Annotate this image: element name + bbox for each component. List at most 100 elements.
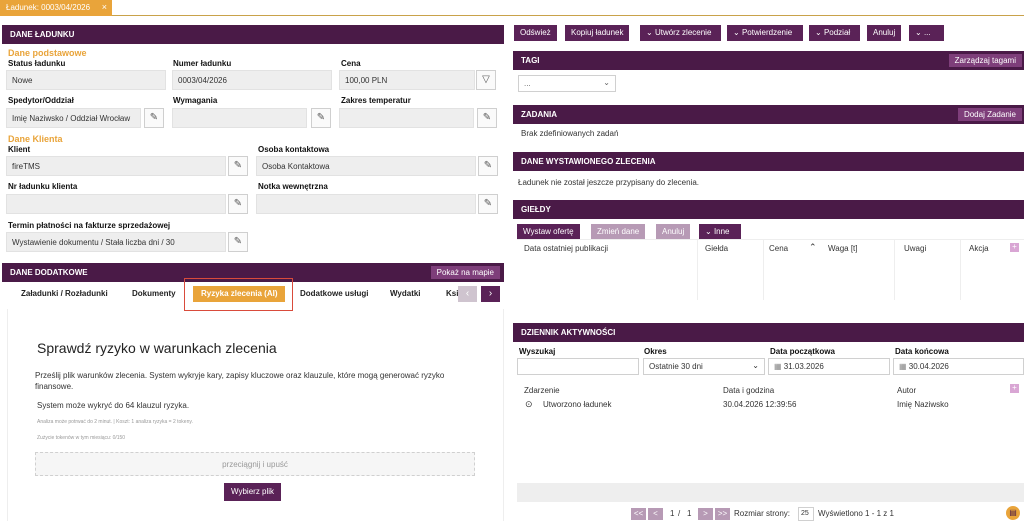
pager-last-button[interactable]: >> <box>715 508 730 520</box>
extra-data-title: DANE DODATKOWE <box>10 268 88 277</box>
col-price[interactable]: Cena <box>769 244 788 253</box>
tags-header: TAGI Zarządzaj tagami <box>513 51 1024 70</box>
calendar-icon[interactable]: ▦ <box>774 362 784 371</box>
start-date-input[interactable]: ▦ 31.03.2026 <box>768 358 890 375</box>
confirmation-label: Potwierdzenie <box>741 28 793 37</box>
requirements-label: Wymagania <box>173 96 218 105</box>
period-select-value: Ostatnie 30 dni <box>649 362 703 371</box>
activity-log-header: DZIENNIK AKTYWNOŚCI <box>513 323 1024 342</box>
manage-tags-button[interactable]: Zarządzaj tagami <box>948 54 1022 67</box>
settings-icon[interactable]: + <box>1010 384 1019 393</box>
sort-up-icon[interactable]: ⌃ <box>809 242 817 253</box>
copy-load-button[interactable]: Kopiuj ładunek <box>565 25 630 41</box>
number-label: Numer ładunku <box>173 59 232 68</box>
tags-select[interactable]: ... ⌄ <box>518 75 616 92</box>
payment-term-edit-icon[interactable]: ✎ <box>228 232 248 252</box>
chat-icon[interactable]: ▤ <box>1006 506 1020 520</box>
change-data-button[interactable]: Zmień dane <box>591 224 646 240</box>
settings-icon[interactable]: + <box>1010 243 1019 252</box>
exchanges-divider <box>517 239 1024 240</box>
chevron-down-icon: ⌄ <box>705 227 714 236</box>
internal-note-edit-icon[interactable]: ✎ <box>478 194 498 214</box>
contact-edit-icon[interactable]: ✎ <box>478 156 498 176</box>
log-event: Utworzono ładunek <box>543 400 612 409</box>
col-author[interactable]: Autor <box>897 386 916 395</box>
col-publish-date[interactable]: Data ostatniej publikacji <box>524 244 608 253</box>
risk-heading: Sprawdź ryzyko w warunkach zlecenia <box>37 340 277 356</box>
forwarder-edit-icon[interactable]: ✎ <box>144 108 164 128</box>
tab-more[interactable]: Ksi <box>446 283 458 305</box>
exchange-cancel-button[interactable]: Anuluj <box>656 224 691 240</box>
exchanges-header: GIEŁDY <box>513 200 1024 219</box>
create-order-button[interactable]: ⌄ Utwórz zlecenie <box>640 25 721 41</box>
internal-note-label: Notka wewnętrzna <box>258 182 328 191</box>
tab-additional-services[interactable]: Dodatkowe usługi <box>300 283 368 305</box>
risk-description: Prześlij plik warunków zlecenia. System … <box>35 371 445 391</box>
pager-separator: / <box>678 509 681 518</box>
col-action[interactable]: Akcja <box>969 244 989 253</box>
add-task-button[interactable]: Dodaj Zadanie <box>957 108 1022 121</box>
pager-next-button[interactable]: > <box>698 508 713 520</box>
log-search-input[interactable] <box>517 358 639 375</box>
client-edit-icon[interactable]: ✎ <box>228 156 248 176</box>
close-icon[interactable]: × <box>102 2 107 12</box>
tags-title: TAGI <box>521 56 540 65</box>
tab-documents[interactable]: Dokumenty <box>132 283 176 305</box>
contact-field: Osoba Kontaktowa <box>256 156 476 176</box>
document-tab[interactable]: Ładunek: 0003/04/2026 × <box>0 0 112 16</box>
pager-shown-text: Wyświetlono 1 - 1 z 1 <box>818 509 894 518</box>
publish-offer-button[interactable]: Wystaw ofertę <box>517 224 580 240</box>
log-footer-bar <box>517 483 1024 502</box>
more-actions-button[interactable]: ⌄ ... <box>909 25 944 41</box>
client-data-title: Dane Klienta <box>8 134 63 144</box>
col-weight[interactable]: Waga [t] <box>828 244 858 253</box>
chevron-down-icon: ⌄ <box>752 361 759 370</box>
period-select[interactable]: Ostatnie 30 dni ⌄ <box>643 358 765 375</box>
active-tab-highlight <box>184 278 293 311</box>
start-date-value: 31.03.2026 <box>783 362 824 371</box>
show-map-button[interactable]: Pokaż na mapie <box>430 266 500 279</box>
tab-expenses[interactable]: Wydatki <box>390 283 421 305</box>
exchanges-col-divider <box>763 240 764 300</box>
exchanges-col-divider <box>697 240 698 300</box>
create-order-label: Utwórz zlecenie <box>654 28 712 37</box>
file-drop-zone[interactable]: przeciągnij i upuść <box>35 452 475 476</box>
col-datetime[interactable]: Data i godzina <box>723 386 774 395</box>
document-tabbar: Ładunek: 0003/04/2026 × <box>0 0 1024 16</box>
col-event[interactable]: Zdarzenie <box>524 386 560 395</box>
temperature-label: Zakres temperatur <box>341 96 411 105</box>
tab-loadings[interactable]: Załadunki / Rozładunki <box>21 283 108 305</box>
payment-term-field: Wystawienie dokumentu / Stała liczba dni… <box>6 232 226 252</box>
pager-current-page: 1 <box>670 509 675 518</box>
tabs-scroll-left-icon[interactable]: ‹ <box>458 286 477 302</box>
risk-max-clauses: System może wykryć do 64 klauzul ryzyka. <box>37 401 190 410</box>
col-notes[interactable]: Uwagi <box>904 244 926 253</box>
page-size-input[interactable]: 25 <box>798 507 814 521</box>
requirements-edit-icon[interactable]: ✎ <box>311 108 331 128</box>
choose-file-button[interactable]: Wybierz plik <box>224 483 282 501</box>
payment-term-label: Termin płatności na fakturze sprzedażowe… <box>8 221 171 230</box>
chevron-down-icon: ⌄ <box>603 78 610 87</box>
exchange-other-button[interactable]: ⌄ Inne <box>699 224 741 240</box>
price-dropdown-icon[interactable]: ▽ <box>476 70 496 90</box>
confirmation-button[interactable]: ⌄ Potwierdzenie <box>727 25 803 41</box>
pager-prev-button[interactable]: < <box>648 508 663 520</box>
end-date-input[interactable]: ▦ 30.04.2026 <box>893 358 1024 375</box>
end-date-value: 30.04.2026 <box>908 362 949 371</box>
cancel-button[interactable]: Anuluj <box>867 25 902 41</box>
exchanges-col-divider <box>960 240 961 300</box>
col-exchange[interactable]: Giełda <box>705 244 728 253</box>
temperature-edit-icon[interactable]: ✎ <box>477 108 497 128</box>
client-number-edit-icon[interactable]: ✎ <box>228 194 248 214</box>
refresh-button[interactable]: Odśwież <box>514 25 557 41</box>
tabs-scroll-right-icon[interactable]: › <box>481 286 500 302</box>
calendar-icon[interactable]: ▦ <box>899 362 909 371</box>
expand-row-icon[interactable]: ⊙ <box>525 399 533 410</box>
number-field: 0003/04/2026 <box>172 70 332 90</box>
split-button[interactable]: ⌄ Podział <box>809 25 860 41</box>
pager-first-button[interactable]: << <box>631 508 646 520</box>
price-label: Cena <box>341 59 361 68</box>
tasks-title: ZADANIA <box>521 110 557 119</box>
tasks-empty-text: Brak zdefiniowanych zadań <box>521 129 619 138</box>
price-field: 100,00 PLN <box>339 70 475 90</box>
